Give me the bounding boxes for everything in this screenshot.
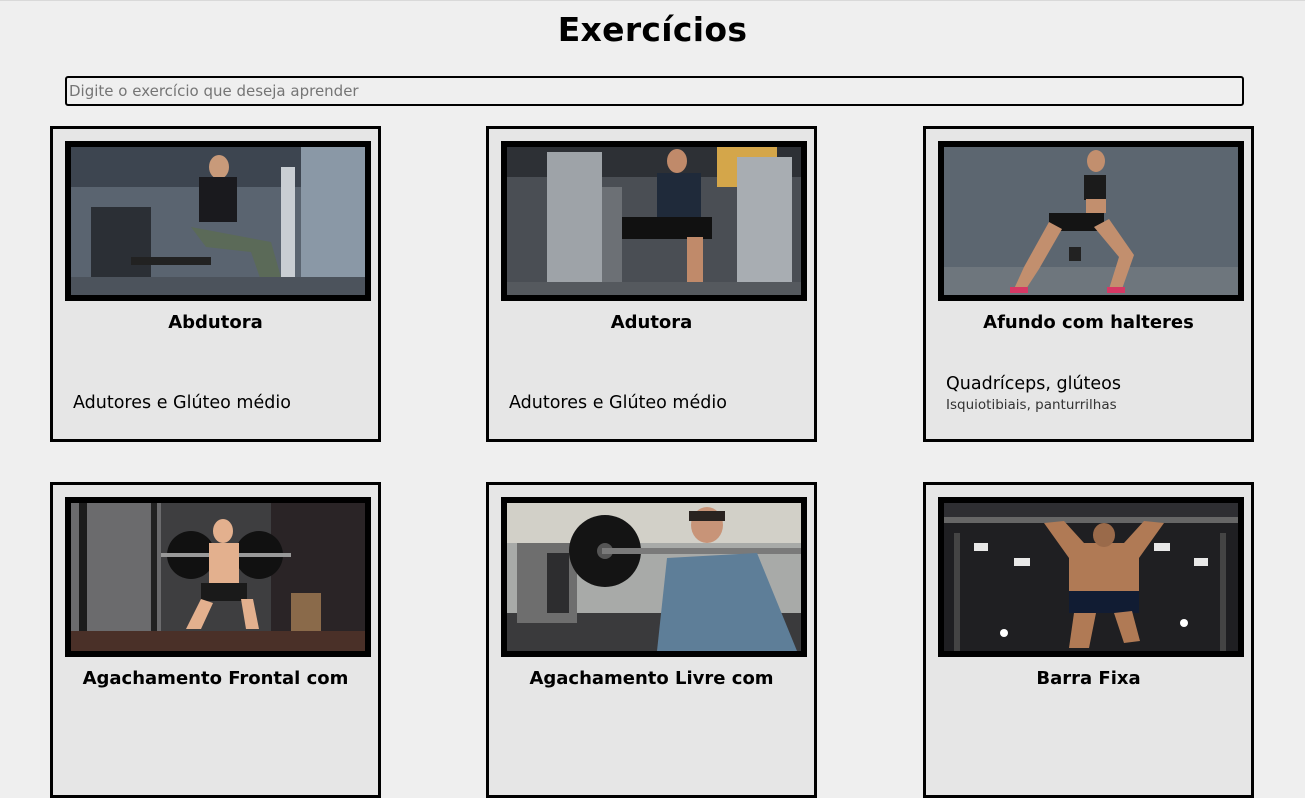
exercise-title: Barra Fixa xyxy=(1036,668,1141,689)
top-divider xyxy=(0,0,1305,1)
exercise-card[interactable]: Agachamento Frontal com xyxy=(50,482,381,798)
exercise-title: Agachamento Livre com xyxy=(529,668,774,689)
exercise-image xyxy=(501,497,807,657)
exercise-title: Abdutora xyxy=(168,312,263,333)
primary-muscles: Adutores e Glúteo médio xyxy=(509,393,727,413)
search-input[interactable]: Digite o exercício que deseja aprender xyxy=(65,76,1244,106)
exercise-image xyxy=(65,141,371,301)
exercise-title: Afundo com halteres xyxy=(983,312,1194,333)
exercise-card[interactable]: Afundo com halteres Quadríceps, glúteos … xyxy=(923,126,1254,442)
exercise-image xyxy=(938,497,1244,657)
primary-muscles: Quadríceps, glúteos xyxy=(946,374,1122,394)
primary-muscles: Adutores e Glúteo médio xyxy=(73,393,291,413)
exercise-image xyxy=(938,141,1244,301)
exercise-card[interactable]: Abdutora Adutores e Glúteo médio xyxy=(50,126,381,442)
exercise-title: Adutora xyxy=(610,312,693,333)
page-title: Exercícios xyxy=(557,10,748,49)
exercise-image xyxy=(65,497,371,657)
search-placeholder: Digite o exercício que deseja aprender xyxy=(69,82,359,100)
exercise-card[interactable]: Agachamento Livre com xyxy=(486,482,817,798)
exercise-title: Agachamento Frontal com xyxy=(82,668,349,689)
secondary-muscles: Isquiotibiais, panturrilhas xyxy=(946,397,1117,413)
exercise-image xyxy=(501,141,807,301)
exercise-card[interactable]: Barra Fixa xyxy=(923,482,1254,798)
exercise-card[interactable]: Adutora Adutores e Glúteo médio xyxy=(486,126,817,442)
